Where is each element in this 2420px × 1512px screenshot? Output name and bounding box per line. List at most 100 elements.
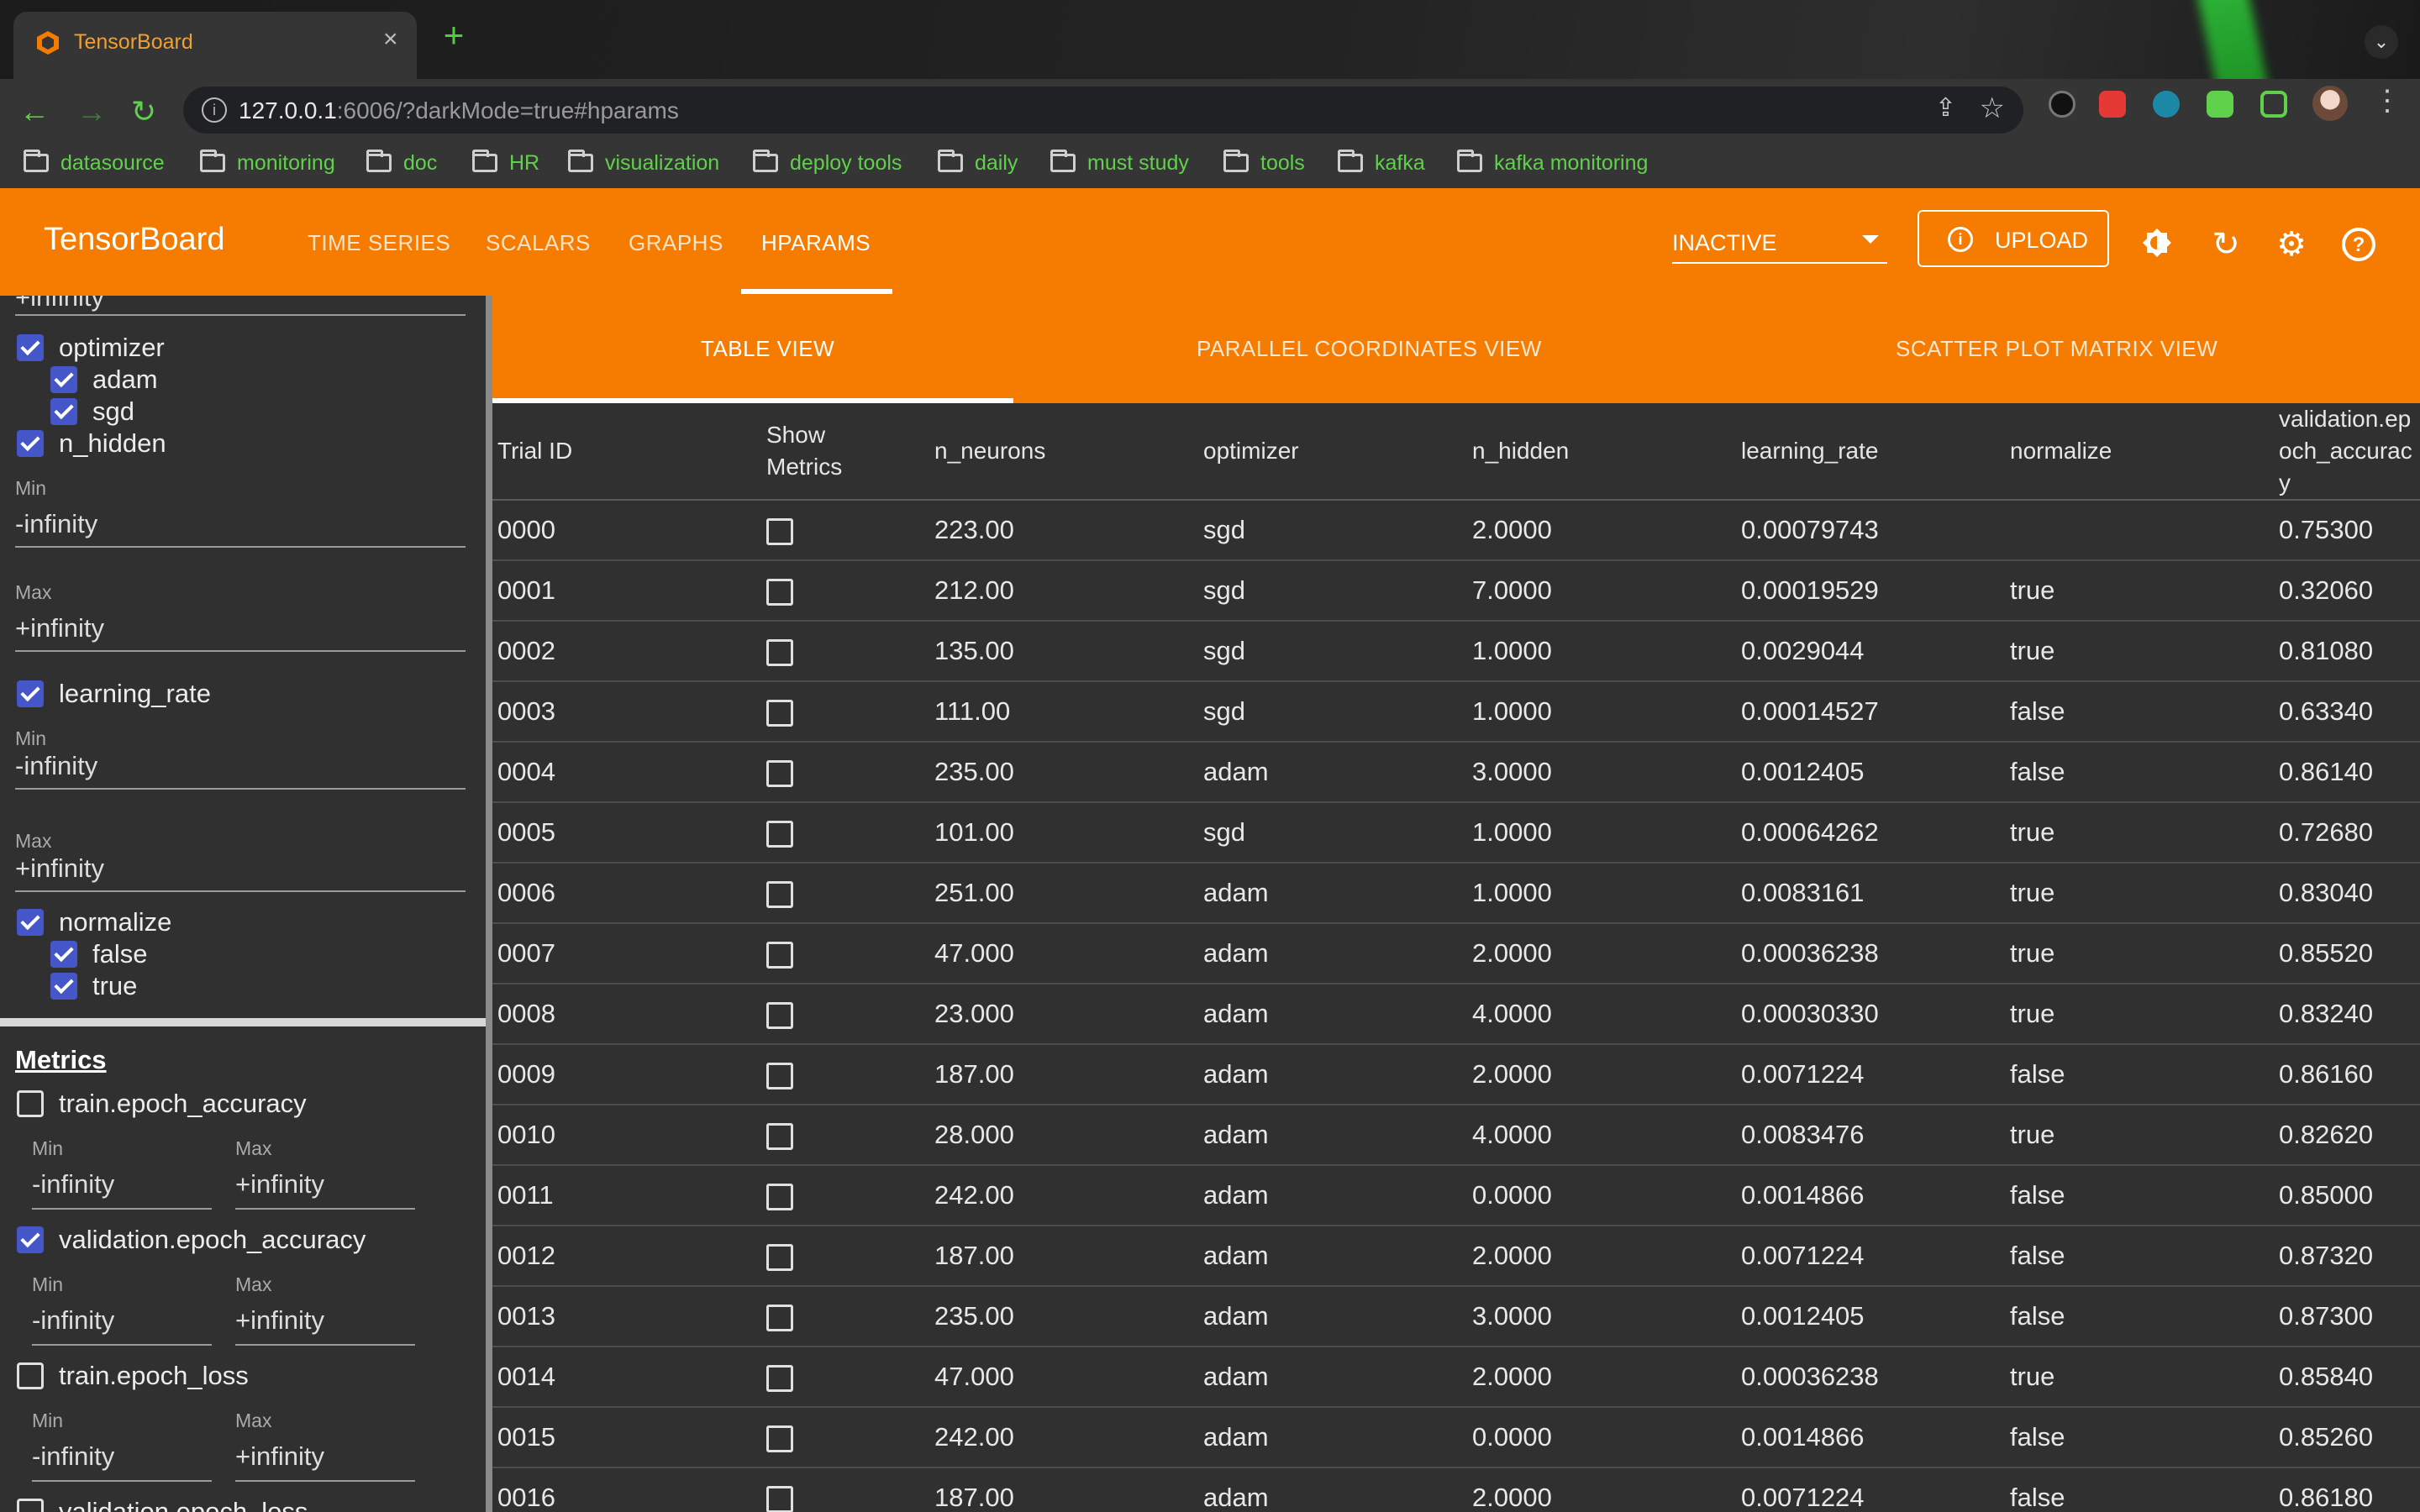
show-metrics-checkbox[interactable] — [766, 1304, 793, 1331]
normalize-true-checkbox[interactable] — [50, 973, 77, 1000]
table-row[interactable]: 0009 187.00 adam 2.0000 0.0071224 false 0.8616… — [492, 1044, 2420, 1105]
tab-table-view[interactable]: TABLE VIEW — [701, 336, 834, 362]
table-row[interactable]: 0007 47.000 adam 2.0000 0.00036238 true 0.8552… — [492, 923, 2420, 984]
nav-graphs[interactable]: GRAPHS — [629, 230, 723, 256]
column-header[interactable]: Trial ID — [492, 403, 761, 501]
browser-tab[interactable]: TensorBoard × — [13, 12, 417, 79]
bookmark-datasource[interactable]: datasource — [24, 146, 165, 180]
table-row[interactable]: 0006 251.00 adam 1.0000 0.0083161 true 0.83040 — [492, 863, 2420, 924]
train-epoch-accuracy-max-input[interactable]: +infinity — [235, 1169, 324, 1200]
column-header[interactable]: optimizer — [1198, 403, 1467, 501]
show-metrics-checkbox[interactable] — [766, 517, 793, 545]
tab-parallel-coordinates-view[interactable]: PARALLEL COORDINATES VIEW — [1197, 336, 1542, 362]
show-metrics-checkbox[interactable] — [766, 1183, 793, 1210]
share-icon[interactable]: ⇪ — [1935, 93, 1956, 123]
column-header[interactable]: normalize — [2005, 403, 2274, 501]
show-metrics-checkbox[interactable] — [766, 578, 793, 606]
close-tab-icon[interactable]: × — [383, 25, 398, 54]
show-metrics-checkbox[interactable] — [766, 759, 793, 787]
sidebar-resize-handle[interactable] — [486, 296, 492, 1512]
validation-epoch-accuracy-max-input[interactable]: +infinity — [235, 1305, 324, 1336]
train-epoch-loss-checkbox[interactable] — [17, 1362, 44, 1389]
column-header[interactable]: n_neurons — [929, 403, 1198, 501]
upload-button[interactable]: i UPLOAD — [1918, 210, 2109, 267]
nav-scalars[interactable]: SCALARS — [486, 230, 591, 256]
bookmark-deploy-tools[interactable]: deploy tools — [753, 146, 902, 180]
show-metrics-checkbox[interactable] — [766, 1001, 793, 1029]
table-row[interactable]: 0010 28.000 adam 4.0000 0.0083476 true 0.82620 — [492, 1105, 2420, 1166]
tab-scatter-plot-matrix-view[interactable]: SCATTER PLOT MATRIX VIEW — [1896, 336, 2217, 362]
train-epoch-loss-min-input[interactable]: -infinity — [32, 1441, 114, 1472]
site-info-icon[interactable]: i — [202, 97, 227, 123]
extension-youtube-icon[interactable] — [2099, 91, 2126, 118]
table-row[interactable]: 0016 187.00 adam 2.0000 0.0071224 false 0.8618… — [492, 1467, 2420, 1512]
show-metrics-checkbox[interactable] — [766, 1364, 793, 1392]
show-metrics-checkbox[interactable] — [766, 1062, 793, 1089]
bookmark-must-study[interactable]: must study — [1050, 146, 1189, 180]
validation-epoch-loss-checkbox[interactable] — [17, 1499, 44, 1512]
table-row[interactable]: 0002 135.00 sgd 1.0000 0.0029044 true 0.81080 — [492, 621, 2420, 682]
show-metrics-checkbox[interactable] — [766, 880, 793, 908]
validation-epoch-accuracy-min-input[interactable]: -infinity — [32, 1305, 114, 1336]
learning-rate-min-input[interactable]: -infinity — [15, 751, 97, 781]
bookmark-kafka-monitoring[interactable]: kafka monitoring — [1457, 146, 1648, 180]
show-metrics-checkbox[interactable] — [766, 699, 793, 727]
refresh-icon[interactable]: ↻ — [2207, 225, 2245, 264]
bookmark-visualization[interactable]: visualization — [568, 146, 719, 180]
optimizer-sgd-checkbox[interactable] — [50, 398, 77, 425]
table-row[interactable]: 0001 212.00 sgd 7.0000 0.00019529 true 0.32060 — [492, 560, 2420, 622]
normalize-checkbox[interactable] — [17, 909, 44, 936]
show-metrics-checkbox[interactable] — [766, 820, 793, 848]
address-bar[interactable]: i 127.0.0.1:6006/?darkMode=true#hparams … — [183, 87, 2023, 134]
bookmark-tools[interactable]: tools — [1223, 146, 1305, 180]
profile-avatar[interactable] — [2312, 86, 2348, 121]
nav-time-series[interactable]: TIME SERIES — [308, 230, 450, 256]
forward-arrow-icon[interactable]: → — [71, 91, 113, 133]
train-epoch-loss-max-input[interactable]: +infinity — [235, 1441, 324, 1472]
table-row[interactable]: 0012 187.00 adam 2.0000 0.0071224 false 0.8732… — [492, 1226, 2420, 1287]
n-hidden-min-input[interactable]: -infinity — [15, 509, 97, 539]
show-metrics-checkbox[interactable] — [766, 1425, 793, 1452]
n-hidden-max-input[interactable]: +infinity — [15, 613, 104, 643]
extension-circle-icon[interactable] — [2049, 91, 2075, 118]
trials-table-container[interactable]: Trial ID Show Metrics n_neurons optimize… — [492, 403, 2420, 1512]
nav-hparams[interactable]: HPARAMS — [761, 230, 871, 256]
show-metrics-checkbox[interactable] — [766, 1122, 793, 1150]
train-epoch-accuracy-min-input[interactable]: -infinity — [32, 1169, 114, 1200]
dark-mode-toggle-icon[interactable] — [2138, 225, 2176, 264]
reload-icon[interactable]: ↻ — [123, 91, 165, 133]
show-metrics-checkbox[interactable] — [766, 638, 793, 666]
column-header[interactable]: Show Metrics — [761, 403, 929, 501]
browser-menu-icon[interactable]: ⋮ — [2373, 84, 2402, 118]
side-panel-icon[interactable] — [2260, 91, 2287, 118]
table-row[interactable]: 0005 101.00 sgd 1.0000 0.00064262 true 0.72680 — [492, 802, 2420, 864]
table-row[interactable]: 0013 235.00 adam 3.0000 0.0012405 false 0.8730… — [492, 1286, 2420, 1347]
show-metrics-checkbox[interactable] — [766, 1243, 793, 1271]
optimizer-adam-checkbox[interactable] — [50, 366, 77, 393]
table-row[interactable]: 0004 235.00 adam 3.0000 0.0012405 false 0.8614… — [492, 742, 2420, 803]
extension-alien-icon[interactable] — [2153, 91, 2180, 118]
show-metrics-checkbox[interactable] — [766, 1485, 793, 1512]
column-header[interactable]: learning_rate — [1736, 403, 2005, 501]
plugin-select[interactable]: INACTIVE — [1672, 223, 1887, 264]
bookmark-star-icon[interactable]: ☆ — [1980, 92, 2005, 125]
url-text[interactable]: 127.0.0.1:6006/?darkMode=true#hparams — [239, 97, 679, 124]
back-arrow-icon[interactable]: ← — [13, 91, 55, 133]
table-row[interactable]: 0015 242.00 adam 0.0000 0.0014866 false 0.8526… — [492, 1407, 2420, 1468]
column-header[interactable]: n_hidden — [1467, 403, 1736, 501]
table-row[interactable]: 0003 111.00 sgd 1.0000 0.00014527 false 0.6334… — [492, 681, 2420, 743]
n-hidden-checkbox[interactable] — [17, 430, 44, 457]
learning-rate-max-input[interactable]: +infinity — [15, 853, 104, 884]
bookmark-doc[interactable]: doc — [366, 146, 437, 180]
column-header[interactable]: validation.epoch_accuracy — [2274, 403, 2420, 501]
optimizer-checkbox[interactable] — [17, 334, 44, 361]
show-metrics-checkbox[interactable] — [766, 941, 793, 969]
tab-search-icon[interactable]: ⌄ — [2365, 25, 2398, 59]
extensions-puzzle-icon[interactable] — [2207, 91, 2233, 118]
bookmark-daily[interactable]: daily — [938, 146, 1018, 180]
table-row[interactable]: 0014 47.000 adam 2.0000 0.00036238 true 0.8584… — [492, 1347, 2420, 1408]
table-row[interactable]: 0000 223.00 sgd 2.0000 0.00079743 0.75300 — [492, 500, 2420, 561]
settings-gear-icon[interactable]: ⚙ — [2272, 225, 2311, 264]
normalize-false-checkbox[interactable] — [50, 941, 77, 968]
train-epoch-accuracy-checkbox[interactable] — [17, 1090, 44, 1117]
